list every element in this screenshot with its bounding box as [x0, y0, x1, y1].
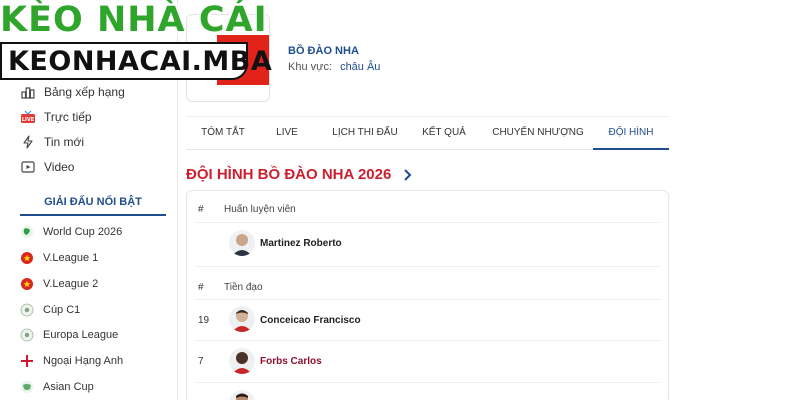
league-label: World Cup 2026 [43, 226, 123, 238]
table-header-coach: # Huấn luyện viên [195, 191, 660, 223]
ranking-icon [20, 84, 36, 100]
avatar [229, 230, 255, 256]
column-role-header: Tiền đạo [224, 282, 263, 293]
league-item-asian-cup[interactable]: Asian Cup [20, 380, 94, 394]
player-number: 7 [198, 356, 204, 367]
column-number-header: # [198, 282, 204, 293]
squad-table: # Huấn luyện viên Martinez Roberto # Tiề… [186, 190, 669, 400]
league-item-europa[interactable]: Europa League [20, 328, 118, 342]
ball-icon [20, 303, 34, 317]
news-icon [20, 134, 36, 150]
league-label: V.League 2 [43, 278, 99, 290]
ball-icon [20, 328, 34, 342]
sidebar-item-label: Trực tiếp [44, 110, 92, 124]
tab-schedule[interactable]: LỊCH THI ĐẤU [324, 117, 406, 150]
section-title-featured-leagues: GIẢI ĐẤU NỔI BẬT [20, 196, 166, 216]
region-value[interactable]: châu Âu [340, 61, 380, 73]
sidebar-item-live[interactable]: LIVE Trực tiếp [20, 109, 92, 125]
sidebar-item-ranking[interactable]: Bảng xếp hạng [20, 84, 125, 100]
brand-logo[interactable]: KÈO NHÀ CÁI KEONHACAI.MBA [0, 0, 272, 84]
player-name[interactable]: Conceicao Francisco [260, 315, 361, 326]
tab-transfers[interactable]: CHUYỂN NHƯỢNG [488, 117, 588, 150]
avatar [229, 306, 255, 332]
svg-text:LIVE: LIVE [22, 117, 35, 123]
sidebar-item-label: Tin mới [44, 135, 85, 149]
league-label: Europa League [43, 329, 119, 341]
table-row[interactable]: 19 Conceicao Francisco [195, 300, 660, 341]
region-label: Khu vực: [288, 61, 333, 73]
league-item-vleague-1[interactable]: V.League 1 [20, 251, 98, 265]
sidebar-item-video[interactable]: Video [20, 159, 74, 175]
table-header-forwards: # Tiền đạo [195, 267, 660, 300]
tab-squad[interactable]: ĐỘI HÌNH [593, 117, 669, 150]
league-label: Cúp C1 [43, 304, 81, 316]
world-cup-icon [20, 225, 34, 239]
player-number: 19 [198, 315, 210, 326]
column-number-header: # [198, 204, 204, 215]
table-row-coach[interactable]: Martinez Roberto [195, 223, 660, 267]
league-label: Ngoại Hạng Anh [43, 355, 124, 367]
team-tabs: TÓM TẮT LIVE LỊCH THI ĐẤU KẾT QUẢ CHUYỂN… [186, 116, 669, 150]
sidebar-item-label: Bảng xếp hạng [44, 85, 125, 99]
squad-title: ĐỘI HÌNH BỒ ĐÀO NHA 2026 [186, 166, 392, 183]
column-role-header: Huấn luyện viên [224, 204, 296, 215]
coach-name[interactable]: Martinez Roberto [260, 238, 342, 249]
table-row[interactable] [195, 383, 660, 400]
brand-title: KÈO NHÀ CÁI [0, 0, 268, 40]
sidebar-item-label: Video [44, 160, 75, 174]
league-label: V.League 1 [43, 252, 99, 264]
team-region: Khu vực: châu Âu [288, 61, 380, 73]
chevron-right-icon[interactable] [403, 168, 413, 182]
vietnam-flag-icon [20, 277, 34, 291]
tab-summary[interactable]: TÓM TẮT [188, 117, 258, 150]
league-item-vleague-2[interactable]: V.League 2 [20, 277, 98, 291]
avatar [229, 348, 255, 374]
league-item-world-cup[interactable]: World Cup 2026 [20, 225, 122, 239]
page: Bảng xếp hạng LIVE Trực tiếp Tin mới Vid… [0, 0, 800, 400]
league-item-c1[interactable]: Cúp C1 [20, 303, 80, 317]
squad-heading: ĐỘI HÌNH BỒ ĐÀO NHA 2026 [186, 166, 413, 183]
vietnam-flag-icon [20, 251, 34, 265]
asia-icon [20, 380, 34, 394]
tab-live[interactable]: LIVE [264, 117, 310, 150]
video-icon [20, 159, 36, 175]
brand-domain: KEONHACAI.MBA [8, 46, 273, 77]
table-row[interactable]: 7 Forbs Carlos [195, 341, 660, 383]
brand-domain-box: KEONHACAI.MBA [0, 42, 272, 80]
player-name[interactable]: Forbs Carlos [260, 356, 322, 367]
live-icon: LIVE [20, 109, 36, 125]
league-item-premier-league[interactable]: Ngoại Hạng Anh [20, 354, 123, 368]
team-name: BỒ ĐÀO NHA [288, 45, 359, 57]
league-label: Asian Cup [43, 381, 94, 393]
avatar [229, 390, 255, 400]
england-flag-icon [20, 354, 34, 368]
tab-results[interactable]: KẾT QUẢ [414, 117, 474, 150]
sidebar-item-news[interactable]: Tin mới [20, 134, 84, 150]
